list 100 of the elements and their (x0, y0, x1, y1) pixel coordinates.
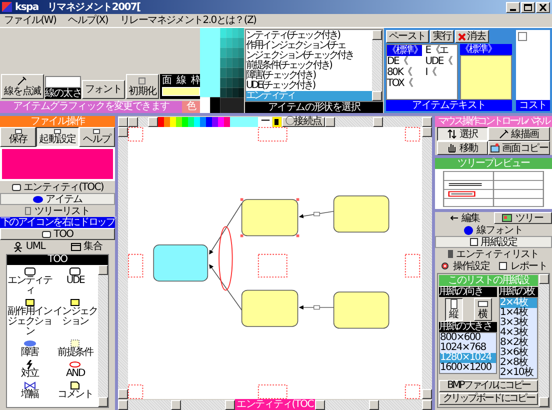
mouse-mode-button[interactable]: 移動 (437, 141, 488, 155)
list-item[interactable]: DE《 (387, 56, 422, 67)
list-item[interactable]: ンティティ(チェック付き) (246, 31, 372, 41)
color-swatch[interactable] (164, 116, 170, 126)
orientation-button[interactable]: 横 (474, 298, 492, 321)
scrollbar[interactable] (315, 400, 432, 410)
list-item[interactable]: TOX《 (387, 78, 422, 89)
color-swatch[interactable] (182, 116, 188, 126)
text-action-button[interactable]: 消去 (455, 30, 489, 43)
palette-item[interactable]: コメント (52, 381, 98, 400)
text-action-button[interactable]: 実行 (430, 30, 454, 43)
color-swatch[interactable] (188, 116, 194, 126)
copy-button[interactable]: BMPファイルにコピー (439, 380, 538, 392)
option-item[interactable]: エンティティリスト (435, 248, 552, 260)
color-swatch[interactable] (218, 116, 224, 126)
option-item[interactable]: 用紙設定 (435, 236, 552, 248)
too-button[interactable]: TOO (0, 228, 115, 240)
entity-box[interactable] (333, 292, 390, 329)
connect-point-button[interactable]: 〇接続点 (282, 116, 325, 126)
color-swatch[interactable] (176, 116, 182, 126)
color-palette-drawing[interactable] (200, 28, 244, 114)
list-item[interactable]: 8×2枚 (500, 338, 537, 348)
cost-checkbox[interactable] (518, 32, 527, 41)
mode-option[interactable]: ツリーリスト (0, 205, 115, 217)
fill-swatch[interactable] (162, 87, 200, 96)
text-action-button[interactable]: ペースト (386, 30, 429, 43)
color-swatch[interactable] (224, 116, 230, 126)
list-item[interactable]: 3×3枚 (500, 318, 537, 328)
scrollbar[interactable] (372, 30, 382, 101)
menu-item[interactable]: ヘルプ(X) (68, 15, 108, 26)
color-swatch[interactable] (158, 116, 164, 126)
mode-option[interactable]: エンティティ(TOC) (0, 181, 115, 193)
option-item[interactable]: 線フォント (435, 224, 552, 236)
blink-line-button[interactable]: 線を点滅 (1, 74, 44, 99)
line-width-field[interactable] (44, 76, 81, 88)
settings-button[interactable]: レポート (499, 260, 548, 272)
font-button[interactable]: フォント (82, 80, 125, 99)
list-item[interactable]: 前提条件(チェック付き) (246, 61, 372, 71)
list-item[interactable]: 80K《 (387, 67, 422, 78)
menu-item[interactable]: ファイル(W) (4, 15, 56, 26)
list-item[interactable]: 2×8枚 (500, 358, 537, 368)
palette-item[interactable]: インジェクション (52, 298, 98, 337)
category-tab[interactable]: 集合 (70, 241, 102, 252)
settings-button[interactable]: 操作設定 (440, 260, 490, 272)
mode-option[interactable]: アイテム (0, 193, 115, 205)
scrollbar[interactable] (539, 274, 549, 407)
list-item[interactable]: I《 (425, 67, 457, 78)
item-text-field[interactable] (460, 55, 512, 100)
palette-item[interactable]: エンティティ (7, 267, 52, 296)
color-swatch[interactable] (200, 116, 206, 126)
orientation-button[interactable]: 縦 (444, 298, 462, 321)
list-item[interactable]: UDE(チェック付き) (246, 81, 372, 91)
palette-item[interactable]: 増幅 (7, 381, 52, 400)
list-item[interactable]: 作用インジェクション(チェ (246, 41, 372, 51)
palette-item[interactable]: 前提条件 (52, 339, 98, 358)
scrollbar[interactable] (324, 116, 432, 126)
maximize-button[interactable] (521, 2, 535, 12)
palette-item[interactable]: UDE (52, 267, 98, 296)
close-button[interactable] (536, 2, 550, 12)
scrollbar[interactable] (98, 265, 108, 407)
palette-item[interactable]: 対立 (7, 360, 52, 379)
list-item[interactable]: ンジェクション(チェック付き (246, 51, 372, 61)
entity-box[interactable] (240, 198, 300, 238)
scrollbar[interactable] (422, 127, 432, 399)
file-button[interactable]: 起動設定 (36, 127, 79, 147)
color-swatch[interactable] (170, 116, 176, 126)
palette-item[interactable]: AND (52, 360, 98, 379)
category-tab[interactable]: UML (12, 241, 45, 252)
list-item[interactable]: 3×6枚 (500, 348, 537, 358)
list-item[interactable]: 障害(チェック付き) (246, 71, 372, 81)
file-button[interactable]: ヘルプ (78, 127, 115, 147)
panel-tab[interactable]: ツリー (494, 212, 552, 224)
scrollbar[interactable] (118, 400, 235, 410)
file-button[interactable]: 保存 (0, 127, 36, 147)
copy-button[interactable]: クリップボードにコピー (439, 393, 538, 405)
mouse-mode-button[interactable]: 選択 (437, 127, 488, 141)
and-connector-ellipse[interactable] (218, 226, 233, 291)
mouse-mode-button[interactable]: 線描画 (488, 127, 550, 141)
list-item[interactable]: 800×600 (440, 333, 496, 343)
list-item[interactable]: UDE《 (425, 56, 457, 67)
entity-box[interactable] (241, 290, 298, 327)
list-item[interactable]: 1×4枚 (500, 308, 537, 318)
list-item[interactable]: 1600×1200 (440, 363, 496, 373)
color-swatch[interactable] (212, 116, 218, 126)
mouse-mode-button[interactable]: 画面コピー (488, 141, 550, 155)
color-swatch[interactable] (194, 116, 200, 126)
palette-item[interactable]: 障害 (7, 339, 52, 358)
list-item[interactable]: 《標準》 (387, 45, 422, 56)
scrollbar[interactable] (118, 127, 128, 399)
list-item[interactable]: 2×10枚 (500, 368, 537, 378)
entity-box[interactable] (333, 196, 390, 233)
minimize-button[interactable] (506, 2, 520, 12)
palette-item[interactable]: 副作用インジェクション (7, 298, 52, 337)
list-item[interactable]: 4×3枚 (500, 328, 537, 338)
reset-button[interactable]: 初期化 (126, 74, 160, 99)
line-style-field[interactable]: ー (258, 116, 272, 126)
list-item[interactable]: 1024×768 (440, 343, 496, 353)
list-item[interactable]: E《エ (425, 45, 457, 56)
scrollbar[interactable] (118, 116, 158, 126)
color-swatch[interactable] (206, 116, 212, 126)
